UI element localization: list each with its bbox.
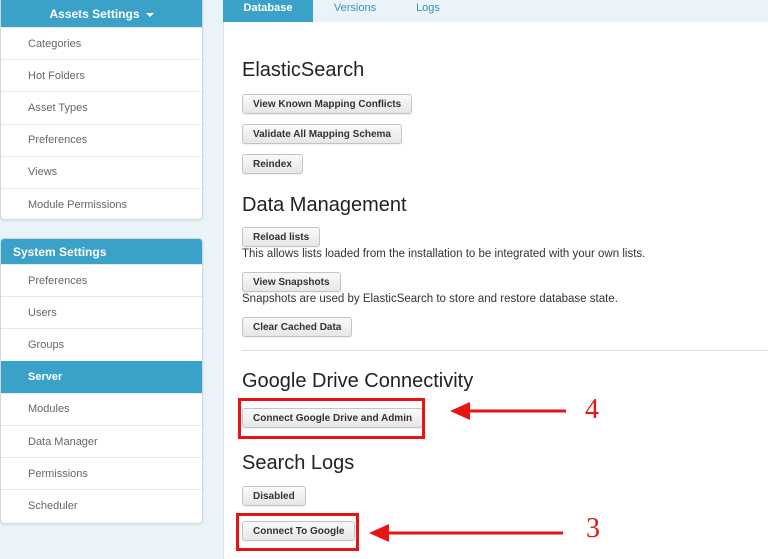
reindex-button[interactable]: Reindex: [242, 154, 303, 174]
sidebar-item-categories[interactable]: Categories: [1, 27, 202, 59]
sidebar-item-groups[interactable]: Groups: [1, 328, 202, 360]
reload-lists-button[interactable]: Reload lists: [242, 227, 321, 247]
sidebar-item-users[interactable]: Users: [1, 296, 202, 328]
data-management-heading: Data Management: [242, 194, 407, 216]
search-logs-heading: Search Logs: [242, 452, 355, 474]
tab-bar: Database Versions Logs: [223, 0, 768, 22]
snapshots-note: Snapshots are used by ElasticSearch to s…: [242, 293, 618, 305]
system-settings-header[interactable]: System Settings: [1, 239, 202, 264]
sidebar-item-data-manager[interactable]: Data Manager: [1, 424, 202, 457]
sidebar-item-preferences[interactable]: Preferences: [1, 264, 202, 296]
arrow-left-icon: [369, 524, 563, 542]
highlight-box-google-drive: [238, 398, 425, 439]
tab-versions[interactable]: Versions: [320, 0, 390, 22]
sidebar-item-asset-types[interactable]: Asset Types: [1, 91, 202, 123]
tab-logs[interactable]: Logs: [403, 0, 453, 22]
view-snapshots-button[interactable]: View Snapshots: [242, 272, 341, 292]
sidebar-item-modules[interactable]: Modules: [1, 392, 202, 425]
main-content: ElasticSearch View Known Mapping Conflic…: [223, 22, 768, 559]
highlight-box-connect-google: [236, 513, 359, 551]
reload-lists-note: This allows lists loaded from the instal…: [242, 248, 646, 260]
sidebar-item-hot-folders[interactable]: Hot Folders: [1, 59, 202, 91]
tab-database[interactable]: Database: [223, 0, 313, 22]
elasticsearch-heading: ElasticSearch: [242, 59, 365, 81]
sidebar-item-scheduler[interactable]: Scheduler: [1, 489, 202, 521]
arrow-left-icon: [450, 402, 566, 420]
assets-settings-header[interactable]: Assets Settings: [1, 0, 202, 27]
disabled-button[interactable]: Disabled: [242, 486, 306, 506]
sidebar-item-views[interactable]: Views: [1, 155, 202, 188]
sidebar-item-permissions[interactable]: Permissions: [1, 457, 202, 489]
assets-settings-panel: Assets Settings Categories Hot Folders A…: [0, 0, 203, 220]
caret-down-icon: [145, 12, 154, 17]
sidebar-item-module-permissions[interactable]: Module Permissions: [1, 187, 202, 219]
system-settings-panel: System Settings Preferences Users Groups…: [0, 238, 203, 524]
validate-mapping-schema-button[interactable]: Validate All Mapping Schema: [242, 124, 402, 144]
section-divider: [242, 350, 768, 351]
step-number-3: 3: [586, 513, 600, 544]
assets-settings-title: Assets Settings: [49, 6, 140, 21]
clear-cached-data-button[interactable]: Clear Cached Data: [242, 317, 353, 337]
sidebar-item-asset-preferences[interactable]: Preferences: [1, 123, 202, 156]
view-mapping-conflicts-button[interactable]: View Known Mapping Conflicts: [242, 94, 413, 114]
sidebar-item-server[interactable]: Server: [1, 360, 202, 393]
step-number-4: 4: [585, 394, 599, 425]
google-drive-heading: Google Drive Connectivity: [242, 370, 474, 392]
